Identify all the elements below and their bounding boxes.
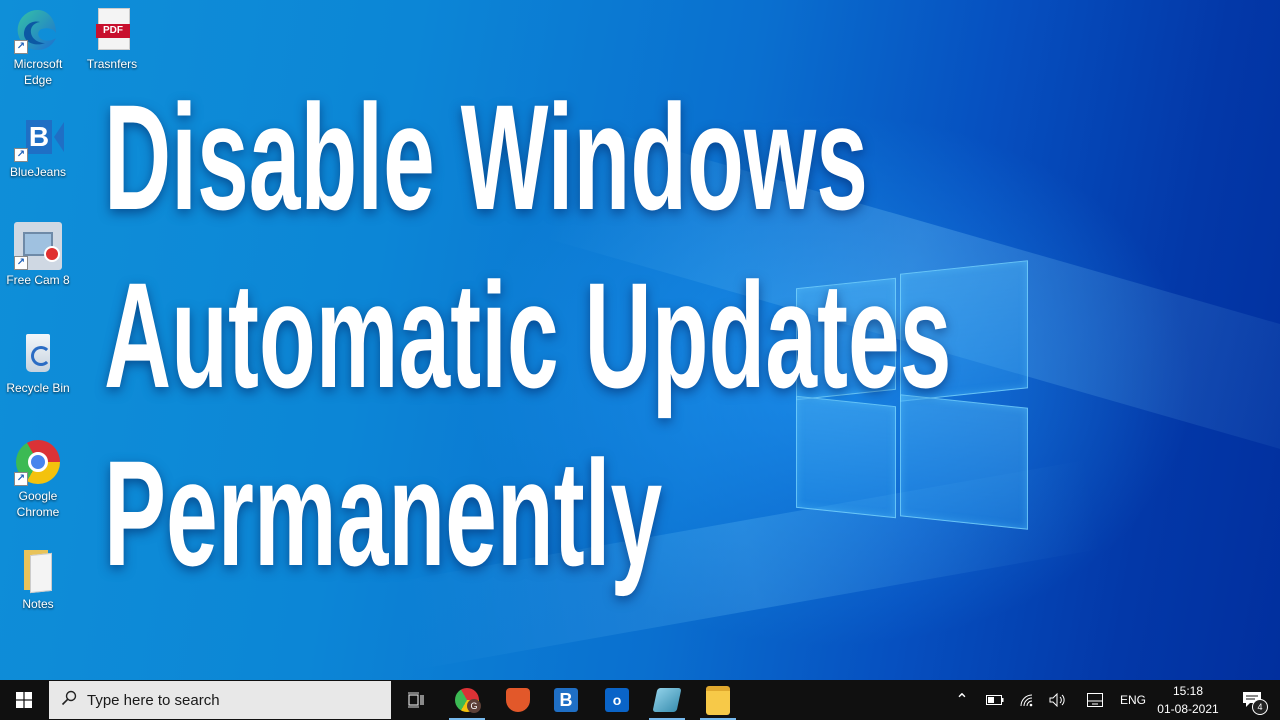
icon-label: Edge bbox=[23, 73, 53, 87]
outlook-icon: o bbox=[605, 688, 629, 712]
touch-keyboard-icon[interactable] bbox=[1082, 680, 1108, 720]
chrome-icon: ↗ bbox=[14, 438, 62, 486]
desktop-icon-notes[interactable]: Notes bbox=[0, 546, 76, 612]
pdf-badge: PDF bbox=[96, 24, 130, 38]
bluejeans-icon: B bbox=[554, 688, 578, 712]
shortcut-arrow-icon: ↗ bbox=[14, 148, 28, 162]
title-line-1: Disable Windows bbox=[104, 73, 868, 241]
icon-label: Chrome bbox=[16, 505, 60, 519]
icon-label: Microsoft bbox=[13, 57, 63, 71]
notification-icon: 4 bbox=[1242, 691, 1268, 715]
chrome-profile-icon: G bbox=[455, 688, 481, 713]
icon-label: Google bbox=[18, 489, 58, 503]
action-center-button[interactable]: 4 bbox=[1232, 680, 1272, 720]
wifi-icon[interactable] bbox=[1014, 680, 1040, 720]
clock[interactable]: 15:18 01-08-2021 bbox=[1148, 680, 1228, 720]
notification-count-badge: 4 bbox=[1252, 699, 1268, 715]
icon-label: BlueJeans bbox=[9, 165, 67, 179]
file-explorer-icon bbox=[706, 685, 730, 715]
title-line-2: Automatic Updates bbox=[104, 251, 952, 419]
desktop-icon-recycle-bin[interactable]: Recycle Bin bbox=[0, 330, 76, 396]
windows-logo-icon bbox=[16, 692, 32, 708]
icon-label: Free Cam 8 bbox=[6, 273, 70, 287]
desktop-icon-microsoft-edge[interactable]: ↗ Microsoft Edge bbox=[0, 6, 76, 88]
free-cam-icon: ↗ bbox=[14, 222, 62, 270]
clock-date: 01-08-2021 bbox=[1157, 702, 1219, 716]
icon-label: Recycle Bin bbox=[6, 381, 70, 395]
profile-badge: G bbox=[467, 699, 481, 713]
taskbar-app-security[interactable] bbox=[494, 680, 542, 720]
desktop-icon-google-chrome[interactable]: ↗ Google Chrome bbox=[0, 438, 76, 520]
clock-time: 15:18 bbox=[1172, 684, 1204, 698]
title-line-3: Permanently bbox=[104, 429, 663, 597]
desktop-icon-bluejeans[interactable]: B ↗ BlueJeans bbox=[0, 114, 76, 180]
shortcut-arrow-icon: ↗ bbox=[14, 256, 28, 270]
show-hidden-icons-button[interactable]: ⌃ bbox=[950, 680, 974, 720]
shield-app-icon bbox=[506, 688, 530, 712]
start-button[interactable] bbox=[0, 680, 48, 720]
taskbar: Type here to search G B o ⌃ ENG 15:18 01… bbox=[0, 680, 1280, 720]
desktop: ↗ Microsoft Edge PDF Trasnfers B ↗ BlueJ… bbox=[0, 0, 1280, 680]
taskbar-app-outlook[interactable]: o bbox=[593, 680, 641, 720]
taskbar-app-chrome[interactable]: G bbox=[443, 680, 491, 720]
shortcut-arrow-icon: ↗ bbox=[14, 40, 28, 54]
battery-icon[interactable] bbox=[982, 680, 1008, 720]
folder-icon bbox=[14, 546, 62, 594]
task-view-icon bbox=[408, 692, 424, 708]
search-placeholder: Type here to search bbox=[87, 691, 220, 709]
pdf-file-icon: PDF bbox=[88, 6, 136, 54]
desktop-icon-free-cam[interactable]: ↗ Free Cam 8 bbox=[0, 222, 76, 288]
bluejeans-icon: B ↗ bbox=[14, 114, 64, 162]
search-box[interactable]: Type here to search bbox=[49, 681, 391, 719]
taskbar-app-bluejeans[interactable]: B bbox=[542, 680, 590, 720]
task-view-button[interactable] bbox=[392, 680, 440, 720]
language-indicator[interactable]: ENG bbox=[1116, 680, 1150, 720]
notepad-icon bbox=[652, 688, 682, 712]
recycle-bin-icon bbox=[14, 330, 62, 378]
search-icon bbox=[61, 690, 77, 711]
edge-icon: ↗ bbox=[14, 6, 62, 54]
taskbar-app-notepad[interactable] bbox=[643, 680, 691, 720]
taskbar-app-file-explorer[interactable] bbox=[694, 680, 742, 720]
shortcut-arrow-icon: ↗ bbox=[14, 472, 28, 486]
desktop-icon-trasnfers[interactable]: PDF Trasnfers bbox=[74, 6, 150, 72]
overlay-title: Disable Windows Automatic Updates Perman… bbox=[104, 68, 1280, 602]
icon-label: Notes bbox=[22, 597, 54, 611]
volume-icon[interactable] bbox=[1045, 680, 1071, 720]
